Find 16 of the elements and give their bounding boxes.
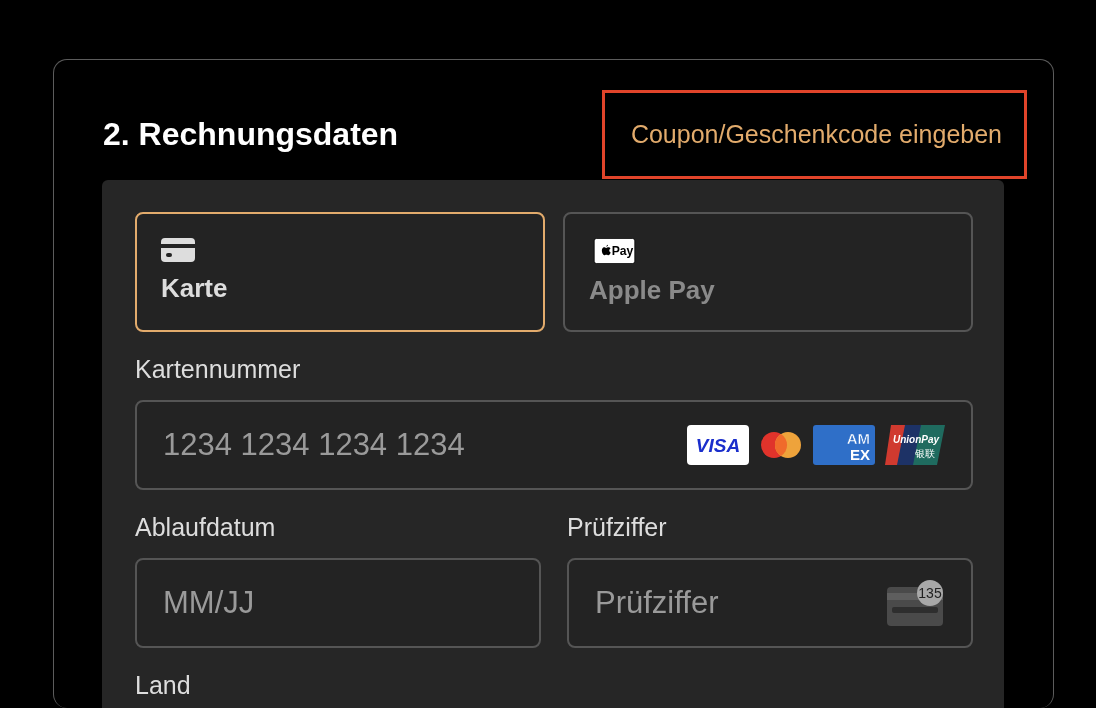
text-input[interactable]: Prüfziffer	[593, 584, 875, 622]
card-brand-logo: VISA	[687, 425, 749, 465]
credit-card-icon	[161, 238, 195, 262]
payment-method-tab[interactable]: Karte	[135, 212, 545, 332]
field-label: Kartennummer	[135, 354, 302, 384]
coupon-link[interactable]: Coupon/Geschenkcode eingeben	[601, 90, 1027, 179]
field-label: Land	[135, 670, 192, 700]
field-label: Ablaufdatum	[135, 512, 277, 542]
text-input[interactable]: MM/JJ	[161, 584, 513, 622]
card-brand-logo: AM EX	[813, 425, 875, 465]
input-field[interactable]: Prüfziffer 135	[567, 558, 973, 648]
text-input[interactable]: 1234 1234 1234 1234	[161, 426, 677, 464]
field-label: Prüfziffer	[567, 512, 668, 542]
input-field[interactable]: MM/JJ	[135, 558, 541, 648]
payment-method-tab[interactable]: Pay Apple Pay	[563, 212, 973, 332]
section-title: 2. Rechnungsdaten	[103, 116, 399, 153]
